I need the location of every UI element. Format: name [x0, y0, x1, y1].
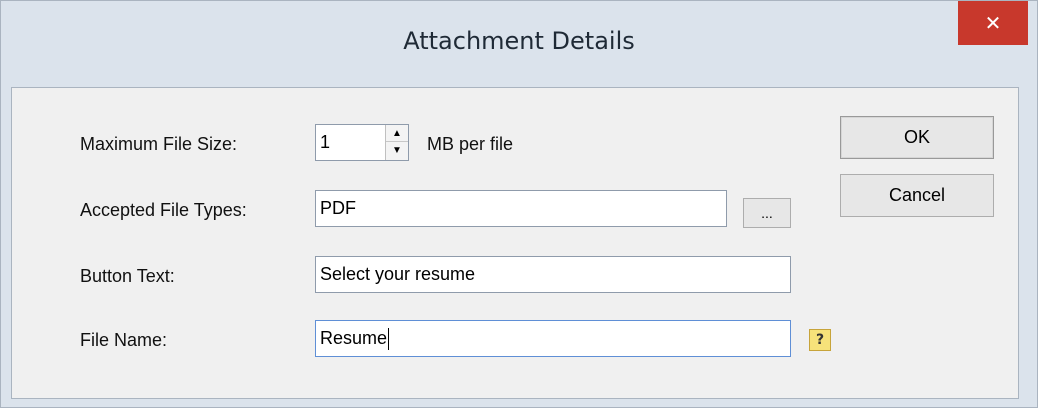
spin-down-button[interactable]: ▼: [386, 142, 408, 159]
close-icon: ✕: [984, 11, 1002, 35]
attachment-details-dialog: Attachment Details ✕ Maximum File Size: …: [0, 0, 1038, 408]
file-name-value: Resume: [320, 328, 388, 348]
file-name-label: File Name:: [80, 330, 168, 350]
question-mark-glyph: ?: [815, 332, 825, 348]
close-button[interactable]: ✕: [958, 1, 1028, 45]
file-name-field[interactable]: Resume: [315, 320, 791, 357]
help-icon[interactable]: ?: [809, 329, 831, 351]
text-caret: [388, 328, 390, 351]
cancel-button[interactable]: Cancel: [840, 174, 994, 217]
arrow-down-icon: ▼: [392, 145, 402, 156]
accepted-file-types-field[interactable]: PDF: [315, 190, 727, 227]
ok-button-label: OK: [903, 127, 930, 147]
max-file-size-label: Maximum File Size:: [80, 134, 238, 154]
button-text-field[interactable]: Select your resume: [315, 256, 791, 293]
title-bar: Attachment Details ✕: [1, 1, 1037, 87]
browse-file-types-button[interactable]: ...: [743, 198, 791, 228]
browse-button-label: ...: [761, 205, 773, 221]
accepted-file-types-label: Accepted File Types:: [80, 200, 247, 220]
max-file-size-stepper[interactable]: 1 ▲ ▼: [315, 124, 409, 161]
max-file-size-value: 1: [320, 132, 331, 152]
max-file-size-unit: MB per file: [427, 134, 514, 154]
dialog-title: Attachment Details: [403, 27, 635, 55]
dialog-body: Maximum File Size: 1 ▲ ▼ MB per file Acc…: [11, 87, 1019, 399]
ok-button[interactable]: OK: [840, 116, 994, 159]
button-text-label: Button Text:: [80, 266, 175, 286]
spin-control: ▲ ▼: [385, 125, 408, 160]
cancel-button-label: Cancel: [888, 185, 946, 205]
